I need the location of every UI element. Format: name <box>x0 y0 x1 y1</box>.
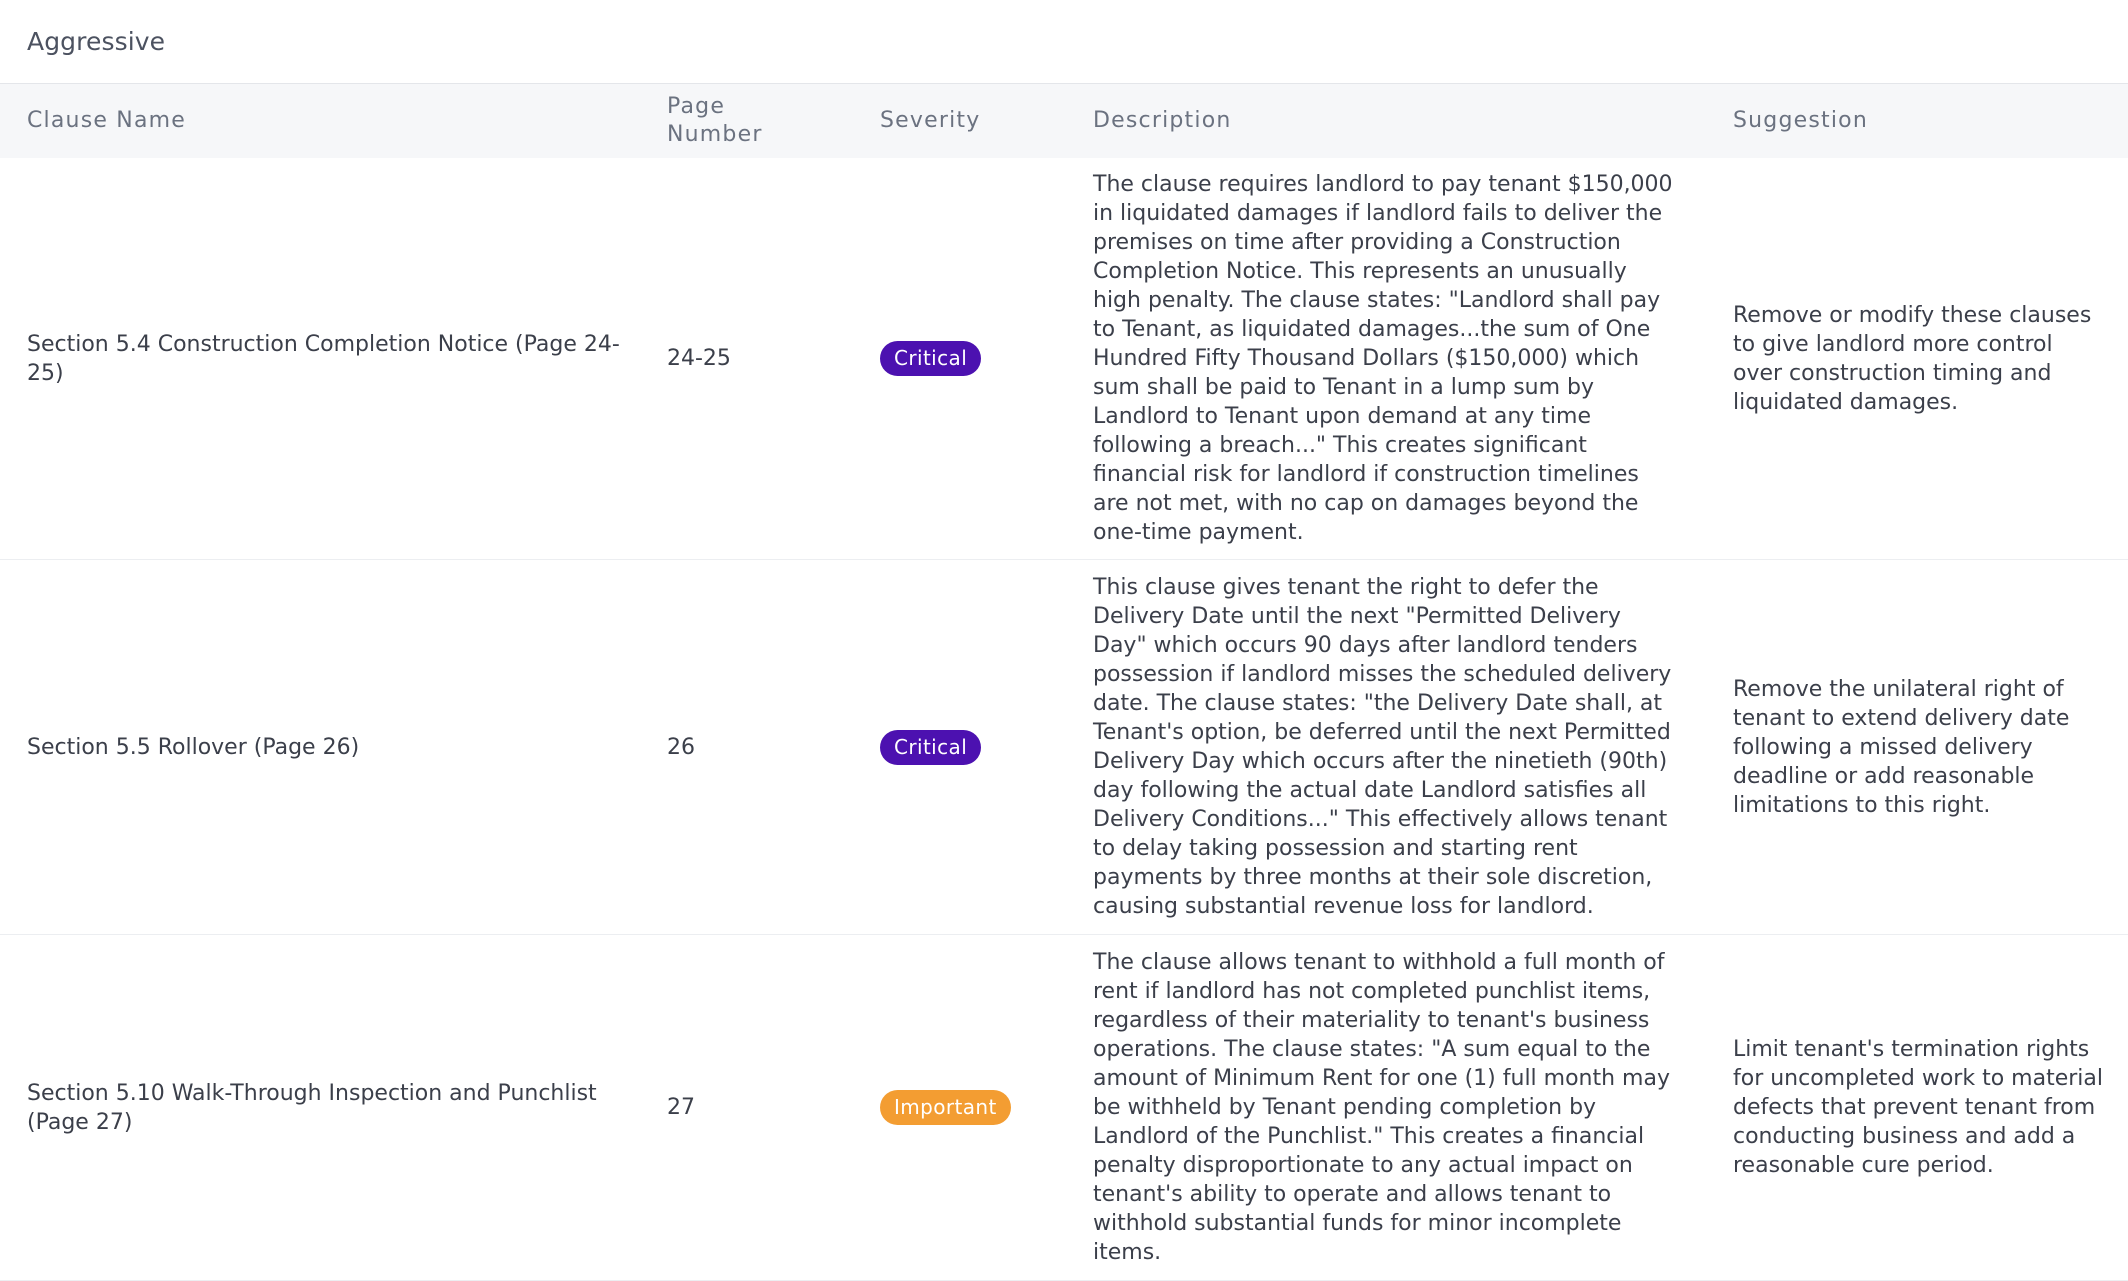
column-header-page-number[interactable]: Page Number <box>640 84 853 158</box>
cell-description: The clause requires landlord to pay tena… <box>1093 172 1673 545</box>
severity-badge-critical: Critical <box>880 341 982 376</box>
cell-clause-name: Section 5.10 Walk-Through Inspection and… <box>27 1080 597 1135</box>
cell-severity: Important <box>853 935 1066 1281</box>
clauses-table: Clause Name Page Number Severity Descrip… <box>0 84 2128 1281</box>
cell-page-number: 26 <box>667 734 695 760</box>
table-header-row: Clause Name Page Number Severity Descrip… <box>0 84 2128 158</box>
column-header-clause-name[interactable]: Clause Name <box>0 84 640 158</box>
table-header: Clause Name Page Number Severity Descrip… <box>0 84 2128 158</box>
column-header-severity[interactable]: Severity <box>853 84 1066 158</box>
cell-description: The clause allows tenant to withhold a f… <box>1093 950 1670 1265</box>
cell-description: This clause gives tenant the right to de… <box>1093 575 1672 919</box>
column-header-description[interactable]: Description <box>1066 84 1706 158</box>
cell-severity: Critical <box>853 158 1066 560</box>
panel-title: Aggressive <box>27 27 166 56</box>
cell-suggestion: Limit tenant's termination rights for un… <box>1733 1037 2103 1178</box>
table-row[interactable]: Section 5.4 Construction Completion Noti… <box>0 158 2128 560</box>
table-row[interactable]: Section 5.10 Walk-Through Inspection and… <box>0 935 2128 1281</box>
aggressive-clauses-panel: Aggressive Clause Name Page Number Sever… <box>0 0 2128 1281</box>
cell-page-number: 27 <box>667 1095 695 1120</box>
column-header-suggestion[interactable]: Suggestion <box>1706 84 2128 158</box>
cell-severity: Critical <box>853 560 1066 935</box>
table-body: Section 5.4 Construction Completion Noti… <box>0 158 2128 1281</box>
cell-clause-name: Section 5.4 Construction Completion Noti… <box>27 331 620 386</box>
cell-clause-name: Section 5.5 Rollover (Page 26) <box>27 734 360 760</box>
cell-suggestion: Remove or modify these clauses to give l… <box>1733 302 2092 415</box>
table-row[interactable]: Section 5.5 Rollover (Page 26) 26 Critic… <box>0 560 2128 935</box>
severity-badge-critical: Critical <box>880 729 982 765</box>
cell-suggestion: Remove the unilateral right of tenant to… <box>1733 676 2070 818</box>
severity-badge-important: Important <box>880 1090 1011 1125</box>
cell-page-number: 24-25 <box>667 346 731 371</box>
panel-header: Aggressive <box>0 0 2128 84</box>
